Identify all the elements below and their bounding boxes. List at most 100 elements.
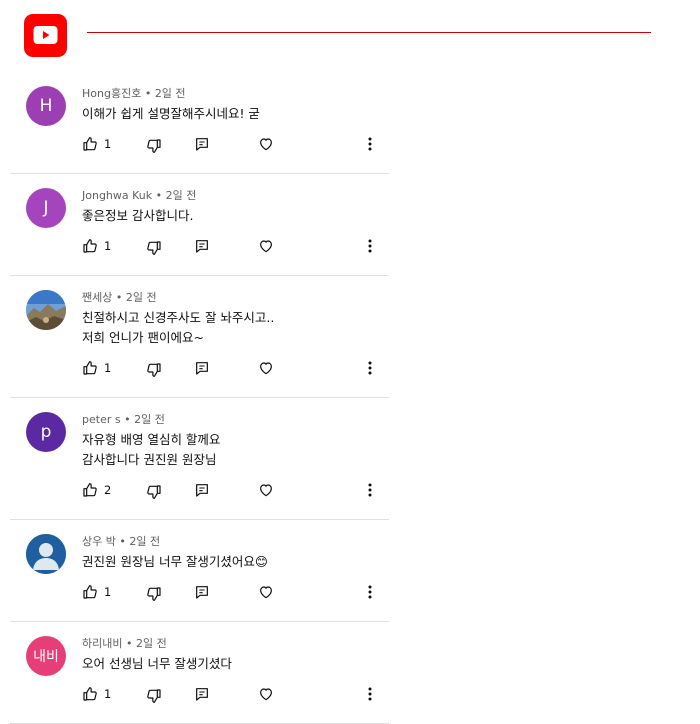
comment-text: 권진원 원장님 너무 잘생기셨어요😊	[82, 552, 389, 572]
comment-time: 2일 전	[129, 535, 161, 548]
comment-item: J Jonghwa Kuk • 2일 전 좋은정보 감사합니다. 1	[10, 174, 389, 276]
comment-item: p peter s • 2일 전 자유형 배영 열심히 할께요 감사합니다 권진…	[10, 398, 389, 520]
heart-button[interactable]	[258, 684, 274, 704]
comment-author[interactable]: peter s	[82, 413, 121, 426]
comment-actions: 1	[82, 134, 389, 162]
thumbs-up-icon	[83, 483, 97, 497]
comment-time: 2일 전	[134, 413, 165, 426]
more-vert-icon	[368, 361, 372, 375]
like-count: 2	[104, 483, 112, 497]
thumbs-down-icon	[147, 363, 161, 377]
more-options-button[interactable]	[364, 582, 376, 602]
avatar[interactable]	[26, 290, 66, 330]
avatar-letter: p	[40, 422, 52, 442]
comment-author[interactable]: 짼세상	[82, 291, 112, 304]
comment-list: H Hong홍진호 • 2일 전 이해가 쉽게 설명잘해주시네요! 굳 1 J …	[10, 72, 389, 724]
comment-meta: 상우 박 • 2일 전	[82, 535, 161, 548]
dislike-button[interactable]	[146, 136, 162, 156]
like-count: 1	[104, 239, 112, 253]
avatar-letter: 내비	[33, 649, 59, 665]
heart-icon	[260, 484, 272, 497]
youtube-logo[interactable]	[24, 14, 67, 57]
comment-text-line: 오어 선생님 너무 잘생기셨다	[82, 656, 232, 671]
comment-text-line: 감사합니다 권진원 원장님	[82, 452, 217, 467]
avatar[interactable]: 내비	[26, 636, 66, 676]
heart-button[interactable]	[258, 480, 274, 500]
more-vert-icon	[368, 137, 372, 151]
comment-text: 좋은정보 감사합니다.	[82, 206, 389, 226]
comment-author[interactable]: Hong홍진호	[82, 87, 141, 100]
dislike-button[interactable]	[146, 238, 162, 258]
comment-author[interactable]: 하리내비	[82, 637, 122, 650]
thumbs-down-icon	[147, 485, 161, 499]
thumbs-up-icon	[83, 585, 97, 599]
comment-text-line: 이해가 쉽게 설명잘해주시네요! 굳	[82, 106, 260, 121]
avatar[interactable]	[26, 534, 66, 574]
more-options-button[interactable]	[364, 134, 376, 154]
landscape-photo-avatar	[26, 290, 66, 330]
heart-icon	[260, 586, 272, 599]
avatar[interactable]: H	[26, 86, 66, 126]
heart-button[interactable]	[258, 582, 274, 602]
more-options-button[interactable]	[364, 358, 376, 378]
comment-text: 자유형 배영 열심히 할께요 감사합니다 권진원 원장님	[82, 430, 389, 470]
comment-meta: peter s • 2일 전	[82, 413, 165, 426]
reply-button[interactable]	[194, 358, 210, 378]
reply-icon	[196, 362, 208, 375]
thumbs-down-icon	[147, 587, 161, 601]
more-options-button[interactable]	[364, 684, 376, 704]
comment-actions: 1	[82, 358, 389, 386]
comment-actions: 1	[82, 236, 389, 264]
thumbs-up-icon	[83, 137, 97, 151]
more-options-button[interactable]	[364, 236, 376, 256]
like-count: 1	[104, 585, 112, 599]
like-button[interactable]: 1	[82, 134, 111, 154]
reply-button[interactable]	[194, 582, 210, 602]
dislike-button[interactable]	[146, 360, 162, 380]
dislike-button[interactable]	[146, 686, 162, 706]
thumbs-down-icon	[147, 689, 161, 703]
avatar[interactable]: J	[26, 188, 66, 228]
dislike-button[interactable]	[146, 482, 162, 502]
heart-button[interactable]	[258, 134, 274, 154]
reply-icon	[196, 240, 208, 253]
like-count: 1	[104, 361, 112, 375]
comment-text: 친절하시고 신경주사도 잘 놔주시고.. 저희 언니가 팬이에요~	[82, 308, 389, 348]
reply-button[interactable]	[194, 480, 210, 500]
like-count: 1	[104, 687, 112, 701]
comment-text-line: 자유형 배영 열심히 할께요	[82, 432, 221, 447]
comment-meta: 하리내비 • 2일 전	[82, 637, 167, 650]
like-button[interactable]: 2	[82, 480, 111, 500]
comment-text-line: 권진원 원장님 너무 잘생기셨어요😊	[82, 554, 268, 569]
more-vert-icon	[368, 239, 372, 253]
heart-button[interactable]	[258, 236, 274, 256]
comment-actions: 2	[82, 480, 389, 508]
comment-text: 오어 선생님 너무 잘생기셨다	[82, 654, 389, 674]
comment-text-line: 친절하시고 신경주사도 잘 놔주시고..	[82, 310, 275, 325]
like-button[interactable]: 1	[82, 358, 111, 378]
avatar[interactable]: p	[26, 412, 66, 452]
comment-author[interactable]: 상우 박	[82, 535, 116, 548]
comment-text-line: 저희 언니가 팬이에요~	[82, 330, 204, 345]
thumbs-up-icon	[83, 361, 97, 375]
like-button[interactable]: 1	[82, 582, 111, 602]
heart-button[interactable]	[258, 358, 274, 378]
reply-button[interactable]	[194, 236, 210, 256]
comment-item: H Hong홍진호 • 2일 전 이해가 쉽게 설명잘해주시네요! 굳 1	[10, 72, 389, 174]
comment-time: 2일 전	[125, 291, 157, 304]
comment-meta: 짼세상 • 2일 전	[82, 291, 157, 304]
comment-item: 내비 하리내비 • 2일 전 오어 선생님 너무 잘생기셨다 1	[10, 622, 389, 724]
default-user-icon	[26, 534, 66, 574]
heart-icon	[260, 138, 272, 151]
reply-button[interactable]	[194, 134, 210, 154]
more-options-button[interactable]	[364, 480, 376, 500]
comment-author[interactable]: Jonghwa Kuk	[82, 189, 152, 202]
reply-icon	[196, 138, 208, 151]
reply-button[interactable]	[194, 684, 210, 704]
reply-icon	[196, 484, 208, 497]
like-button[interactable]: 1	[82, 236, 111, 256]
header-divider	[87, 32, 651, 33]
comment-time: 2일 전	[135, 637, 167, 650]
like-button[interactable]: 1	[82, 684, 111, 704]
dislike-button[interactable]	[146, 584, 162, 604]
